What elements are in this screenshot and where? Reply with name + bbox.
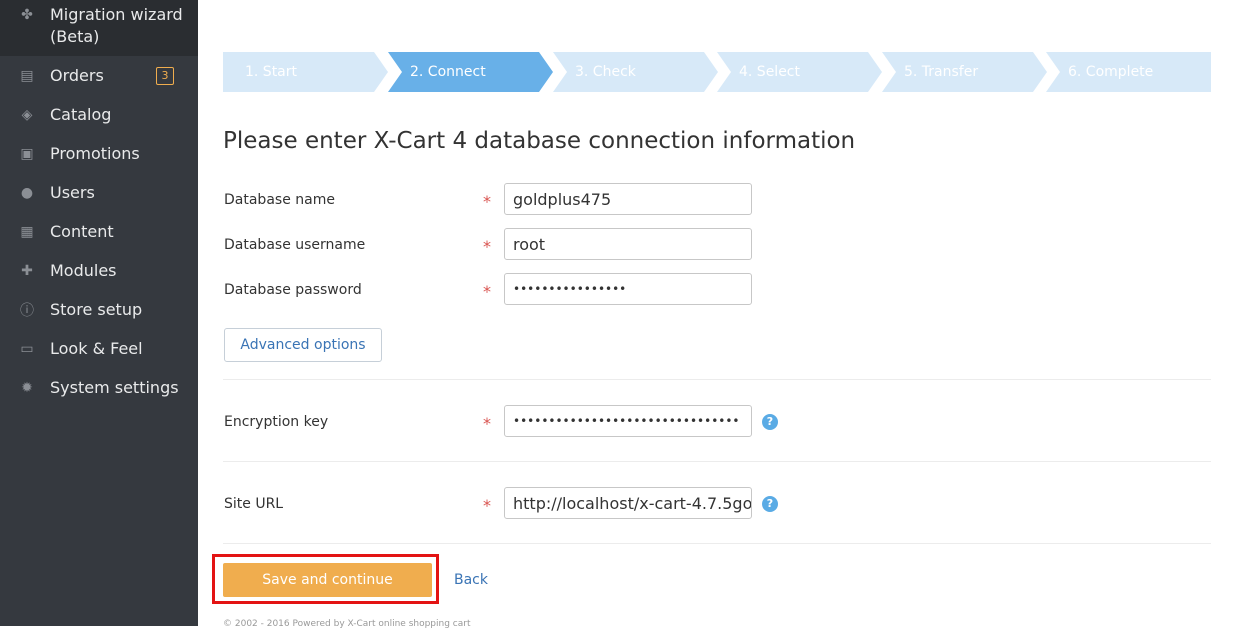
advanced-options-button[interactable]: Advanced options (224, 328, 382, 362)
wizard-steps: 1. Start 2. Connect 3. Check 4. Select 5… (223, 52, 1211, 92)
tag-icon: ◈ (21, 106, 33, 123)
site-url-label: Site URL (224, 496, 284, 512)
info-icon: ⓘ (20, 302, 34, 319)
step-label: 4. Select (739, 64, 800, 80)
divider (223, 461, 1211, 462)
sidebar-item-label: Modules (50, 261, 117, 280)
help-icon[interactable]: ? (762, 496, 778, 512)
step-label: 1. Start (245, 64, 298, 80)
puzzle-icon: ✚ (21, 262, 33, 279)
site-url-field[interactable]: http://localhost/x-cart-4.7.5goldplus (504, 487, 752, 519)
sidebar-item-label: System settings (50, 378, 179, 397)
sidebar-item-content[interactable]: ▦ Content (0, 212, 198, 251)
sidebar-item-users[interactable]: ● Users (0, 173, 198, 212)
step-label: 6. Complete (1068, 64, 1154, 80)
step-label: 2. Connect (410, 64, 486, 80)
step-connect: 2. Connect (388, 52, 553, 92)
orders-count-badge: 3 (156, 67, 174, 85)
sidebar: ✤ Migration wizard (Beta) ▤ Orders 3 ◈ C… (0, 0, 198, 626)
step-start: 1. Start (223, 52, 388, 92)
users-icon: ● (20, 184, 34, 201)
sidebar-item-system-settings[interactable]: ✹ System settings (0, 368, 198, 407)
step-complete: 6. Complete (1046, 52, 1211, 92)
footer-copyright: © 2002 - 2016 Powered by X-Cart online s… (223, 619, 471, 629)
sidebar-item-label: Users (50, 183, 95, 202)
step-label: 5. Transfer (904, 64, 979, 80)
sidebar-item-label: Promotions (50, 144, 140, 163)
help-icon[interactable]: ? (762, 414, 778, 430)
encryption-key-field[interactable]: •••••••••••••••••••••••••••••••• (504, 405, 752, 437)
db-name-label: Database name (224, 192, 335, 208)
step-select: 4. Select (717, 52, 882, 92)
gear-icon: ✹ (21, 379, 33, 396)
sidebar-item-label: Migration wizard (Beta) (50, 5, 183, 46)
required-mark: * (483, 237, 491, 256)
db-username-label: Database username (224, 237, 366, 253)
orders-icon: ▤ (20, 67, 34, 84)
db-password-label: Database password (224, 282, 362, 298)
db-name-field[interactable]: goldplus475 (504, 183, 752, 215)
sidebar-item-catalog[interactable]: ◈ Catalog (0, 95, 198, 134)
content-icon: ▦ (20, 223, 34, 240)
step-transfer: 5. Transfer (882, 52, 1047, 92)
page-title: Please enter X-Cart 4 database connectio… (223, 128, 856, 154)
highlight-box (212, 554, 439, 604)
sidebar-item-migration-wizard[interactable]: ✤ Migration wizard (Beta) (0, 0, 198, 56)
sidebar-item-store-setup[interactable]: ⓘ Store setup (0, 290, 198, 329)
divider (223, 379, 1211, 380)
required-mark: * (483, 496, 491, 515)
encryption-key-label: Encryption key (224, 414, 329, 430)
sidebar-item-promotions[interactable]: ▣ Promotions (0, 134, 198, 173)
required-mark: * (483, 414, 491, 433)
required-mark: * (483, 282, 491, 301)
gift-icon: ▣ (20, 145, 34, 162)
back-link[interactable]: Back (454, 572, 488, 588)
wizard-icon: ✤ (21, 7, 33, 23)
sidebar-item-modules[interactable]: ✚ Modules (0, 251, 198, 290)
sidebar-item-label: Look & Feel (50, 339, 143, 358)
db-password-field[interactable]: •••••••••••••••• (504, 273, 752, 305)
sidebar-item-look-and-feel[interactable]: ▭ Look & Feel (0, 329, 198, 368)
sidebar-item-label: Orders (50, 66, 104, 85)
db-username-field[interactable]: root (504, 228, 752, 260)
required-mark: * (483, 192, 491, 211)
step-check: 3. Check (553, 52, 718, 92)
image-icon: ▭ (20, 340, 34, 357)
sidebar-item-label: Content (50, 222, 114, 241)
sidebar-item-label: Store setup (50, 300, 143, 319)
sidebar-item-orders[interactable]: ▤ Orders 3 (0, 56, 198, 95)
sidebar-item-label: Catalog (50, 105, 112, 124)
divider (223, 543, 1211, 544)
step-label: 3. Check (575, 64, 636, 80)
